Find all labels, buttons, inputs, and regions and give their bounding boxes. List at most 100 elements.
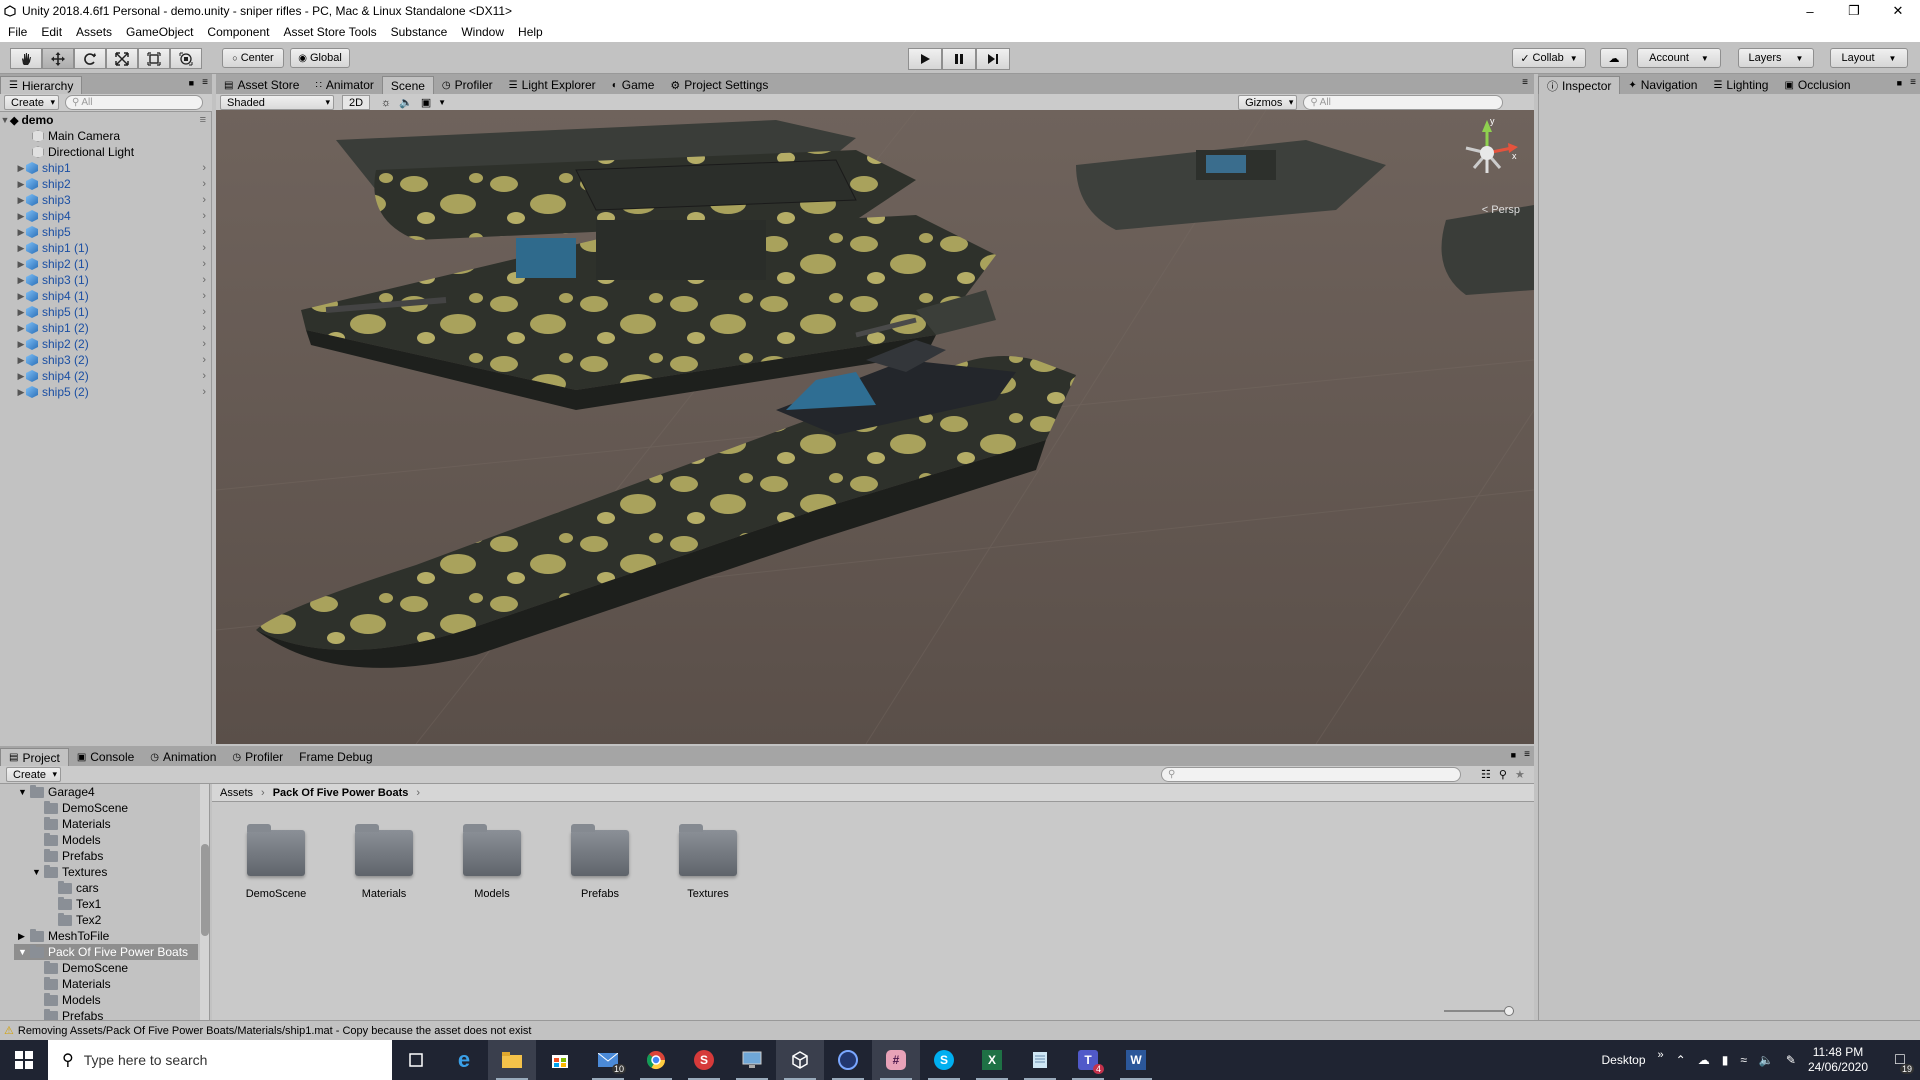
panel-menu-icon[interactable]: ≡	[1910, 77, 1916, 88]
chevron-right-icon[interactable]: ›	[202, 370, 206, 382]
2d-toggle[interactable]: 2D	[342, 95, 371, 110]
hierarchy-item-ship[interactable]: ▶ ship5 ›	[0, 224, 210, 240]
expand-arrow-icon[interactable]: ▼	[0, 115, 10, 125]
expand-arrow-icon[interactable]: ▶	[16, 211, 26, 222]
tab-occlusion[interactable]: ▣ Occlusion	[1776, 76, 1858, 94]
wifi-icon[interactable]: ≈	[1740, 1053, 1747, 1067]
zoom-slider[interactable]	[1444, 1006, 1514, 1016]
chevron-right-icon[interactable]: ›	[202, 242, 206, 254]
menu-substance[interactable]: Substance	[383, 25, 454, 39]
cinema-app-icon[interactable]	[824, 1040, 872, 1080]
transform-tool-icon[interactable]	[170, 48, 202, 69]
desktop-toolbar[interactable]: Desktop	[1602, 1053, 1646, 1067]
status-bar[interactable]: ⚠ Removing Assets/Pack Of Five Power Boa…	[0, 1020, 1920, 1040]
tree-folder[interactable]: ▶ MeshToFile	[18, 928, 109, 944]
scrollbar-thumb[interactable]	[201, 844, 209, 936]
tree-folder[interactable]: Tex1	[58, 896, 101, 912]
project-search-input[interactable]: ⚲	[1161, 767, 1462, 782]
filter-by-label-icon[interactable]: ⚲	[1499, 768, 1507, 781]
tab-project[interactable]: ▤ Project	[0, 748, 69, 766]
breadcrumb-assets[interactable]: Assets	[220, 787, 253, 799]
chevron-right-icon[interactable]: ›	[202, 386, 206, 398]
tab-scene[interactable]: Scene	[381, 76, 434, 94]
notification-center-button[interactable]: □ 19	[1880, 1040, 1920, 1080]
lock-icon[interactable]: ■	[1897, 78, 1902, 88]
hierarchy-search-input[interactable]: ⚲ All	[65, 95, 204, 110]
start-button[interactable]	[0, 1040, 48, 1080]
hierarchy-item-ship[interactable]: ▶ ship1 (1) ›	[0, 240, 210, 256]
edge-browser-icon[interactable]: e	[440, 1040, 488, 1080]
menu-window[interactable]: Window	[453, 25, 510, 39]
close-button[interactable]: ✕	[1876, 0, 1920, 22]
hierarchy-item-ship[interactable]: ▶ ship3 ›	[0, 192, 210, 208]
hierarchy-item-main-camera[interactable]: Main Camera	[0, 128, 210, 144]
tree-folder[interactable]: ▼ Garage4	[18, 784, 95, 800]
hierarchy-item-ship[interactable]: ▶ ship4 (1) ›	[0, 288, 210, 304]
chevron-right-icon[interactable]: ›	[202, 354, 206, 366]
hierarchy-item-ship[interactable]: ▶ ship5 (1) ›	[0, 304, 210, 320]
expand-arrow-icon[interactable]: ▶	[16, 387, 26, 398]
lighting-toggle-icon[interactable]: ☼	[376, 97, 396, 109]
favorite-star-icon[interactable]: ★	[1515, 768, 1525, 781]
onedrive-icon[interactable]: ☁	[1698, 1053, 1710, 1067]
panel-menu-icon[interactable]: ≡	[1524, 749, 1530, 760]
tab-game[interactable]: ◐ Game	[604, 76, 663, 94]
chevron-down-icon[interactable]: ▼	[436, 98, 448, 107]
tree-folder[interactable]: ▼ Textures	[32, 864, 107, 880]
expand-arrow-icon[interactable]: ▶	[16, 355, 26, 366]
expand-arrow-icon[interactable]: ▶	[16, 259, 26, 270]
chevron-right-icon[interactable]: ›	[202, 306, 206, 318]
tree-folder[interactable]: Models	[44, 832, 101, 848]
hand-tool-icon[interactable]	[10, 48, 42, 69]
tree-scrollbar[interactable]	[200, 784, 209, 1020]
asset-folder[interactable]: Prefabs	[560, 824, 640, 900]
hierarchy-item-ship[interactable]: ▶ ship4 (2) ›	[0, 368, 210, 384]
expand-arrow-icon[interactable]: ▶	[16, 243, 26, 254]
menu-gameobject[interactable]: GameObject	[118, 25, 199, 39]
substance-icon[interactable]: S	[680, 1040, 728, 1080]
expand-arrow-icon[interactable]: ▶	[18, 931, 30, 942]
zoom-slider-thumb[interactable]	[1504, 1006, 1514, 1016]
menu-assets[interactable]: Assets	[68, 25, 118, 39]
task-view-icon[interactable]	[392, 1040, 440, 1080]
tab-hierarchy[interactable]: ☰ Hierarchy	[0, 76, 83, 94]
chevron-right-icon[interactable]: ›	[202, 290, 206, 302]
hierarchy-item-ship[interactable]: ▶ ship3 (2) ›	[0, 352, 210, 368]
chrome-icon[interactable]	[632, 1040, 680, 1080]
asset-folder[interactable]: Textures	[668, 824, 748, 900]
chevron-right-icon[interactable]: ›	[202, 338, 206, 350]
lock-icon[interactable]: ■	[1511, 750, 1516, 760]
projection-label[interactable]: < Persp	[1482, 204, 1520, 216]
expand-arrow-icon[interactable]: ▶	[16, 275, 26, 286]
expand-arrow-icon[interactable]: ▶	[16, 323, 26, 334]
expand-arrow-icon[interactable]: ▶	[16, 195, 26, 206]
notepad-icon[interactable]	[1016, 1040, 1064, 1080]
step-button[interactable]	[976, 48, 1010, 70]
rect-tool-icon[interactable]	[138, 48, 170, 69]
hierarchy-item-ship[interactable]: ▶ ship4 ›	[0, 208, 210, 224]
scene-search-input[interactable]: ⚲ All	[1303, 95, 1504, 110]
scale-tool-icon[interactable]	[106, 48, 138, 69]
cloud-button[interactable]: ☁	[1600, 48, 1628, 68]
tree-folder[interactable]: Prefabs	[44, 848, 103, 864]
computer-icon[interactable]	[728, 1040, 776, 1080]
pen-icon[interactable]: ✎	[1786, 1053, 1796, 1067]
hierarchy-item-ship[interactable]: ▶ ship1 ›	[0, 160, 210, 176]
hierarchy-item-ship[interactable]: ▶ ship2 (1) ›	[0, 256, 210, 272]
tab-navigation[interactable]: ✦ Navigation	[1620, 76, 1705, 94]
scene-viewport[interactable]: y x < Persp	[216, 110, 1534, 744]
tree-folder[interactable]: Prefabs	[44, 1008, 103, 1020]
lock-icon[interactable]: ■	[189, 78, 194, 88]
skype-icon[interactable]: S	[920, 1040, 968, 1080]
unity-icon[interactable]	[776, 1040, 824, 1080]
panel-menu-icon[interactable]: ≡	[1522, 77, 1528, 88]
tab-console[interactable]: ▣ Console	[69, 748, 142, 766]
tree-folder[interactable]: Materials	[44, 976, 111, 992]
audio-toggle-icon[interactable]: 🔈	[396, 96, 416, 109]
chevron-right-icon[interactable]: ›	[202, 194, 206, 206]
expand-arrow-icon[interactable]: ▶	[16, 291, 26, 302]
move-tool-icon[interactable]	[42, 48, 74, 69]
scene-root[interactable]: ▼ ◆ demo ≡	[0, 112, 210, 128]
expand-arrow-icon[interactable]: ▶	[16, 163, 26, 174]
tab-animation[interactable]: ◷ Animation	[142, 748, 224, 766]
